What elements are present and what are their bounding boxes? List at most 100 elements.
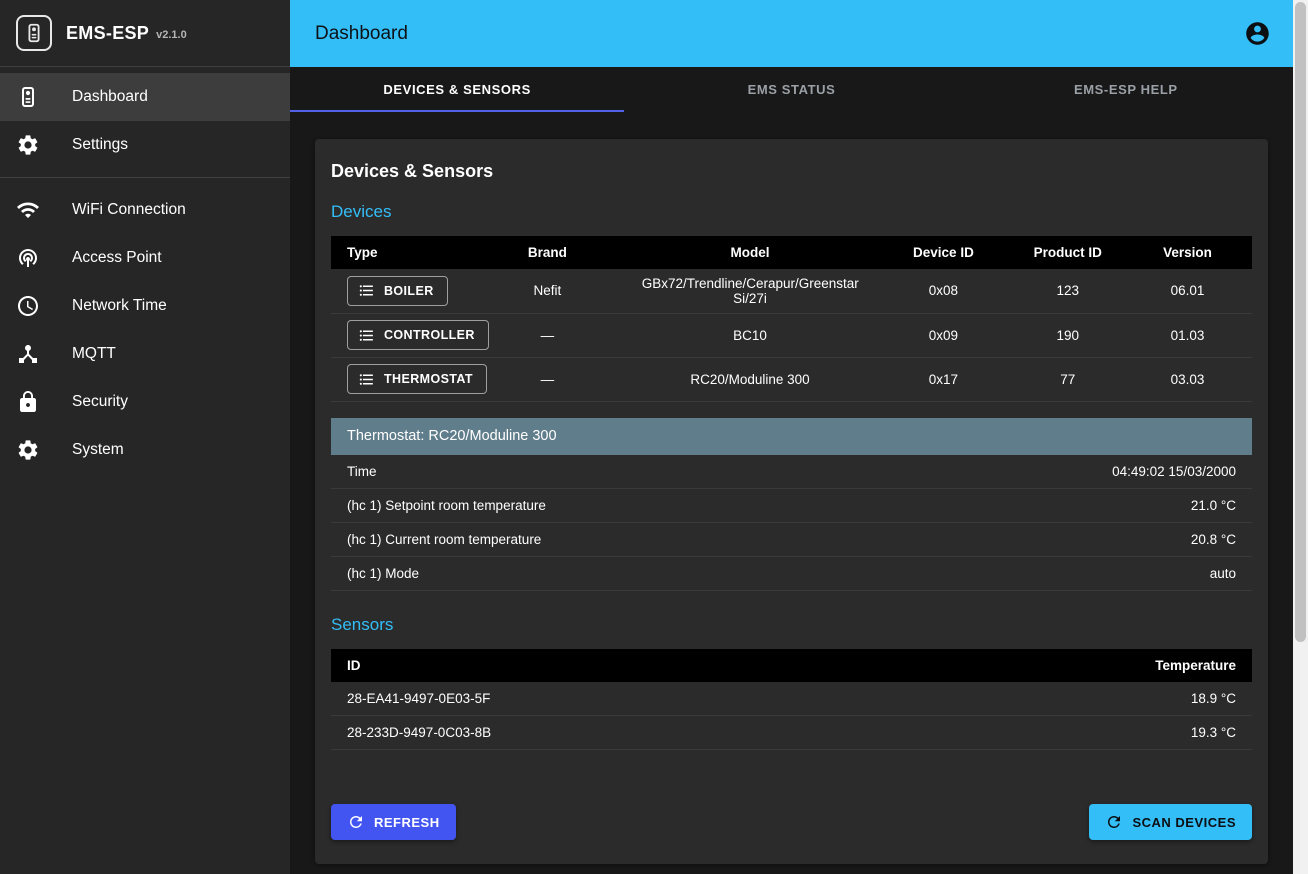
device-row-thermostat: THERMOSTAT — RC20/Moduline 300 0x17 77 0… bbox=[331, 357, 1252, 401]
scrollbar-thumb[interactable] bbox=[1295, 2, 1306, 642]
sidebar-item-dashboard[interactable]: Dashboard bbox=[0, 73, 290, 121]
sidebar-item-label: System bbox=[72, 441, 124, 459]
product-id: 190 bbox=[1013, 313, 1124, 357]
sidebar-item-settings[interactable]: Settings bbox=[0, 121, 290, 169]
scan-devices-button[interactable]: SCAN DEVICES bbox=[1089, 804, 1252, 840]
thermostat-row-label: Time bbox=[347, 464, 377, 479]
main-column: Dashboard DEVICES & SENSORS EMS STATUS E… bbox=[290, 0, 1293, 874]
ems-esp-app: EMS-ESP v2.1.0 Dashboard Settings bbox=[0, 0, 1308, 874]
sidebar-item-security[interactable]: Security bbox=[0, 378, 290, 426]
device-type-button-controller[interactable]: CONTROLLER bbox=[347, 320, 489, 350]
lock-icon bbox=[16, 390, 40, 414]
device-type-button-boiler[interactable]: BOILER bbox=[347, 276, 448, 306]
sidebar-item-label: MQTT bbox=[72, 345, 116, 363]
thermostat-row: (hc 1) Mode auto bbox=[331, 557, 1252, 591]
thermostat-panel-header: Thermostat: RC20/Moduline 300 bbox=[331, 418, 1252, 455]
refresh-icon bbox=[347, 813, 365, 831]
device-id: 0x08 bbox=[874, 269, 1012, 313]
sidebar-item-network-time[interactable]: Network Time bbox=[0, 282, 290, 330]
device-id: 0x09 bbox=[874, 313, 1012, 357]
tab-devices-sensors[interactable]: DEVICES & SENSORS bbox=[290, 67, 624, 112]
thermostat-row: (hc 1) Current room temperature 20.8 °C bbox=[331, 523, 1252, 557]
devices-table-header-row: Type Brand Model Device ID Product ID Ve… bbox=[331, 236, 1252, 269]
thermostat-values: Time 04:49:02 15/03/2000 (hc 1) Setpoint… bbox=[331, 455, 1252, 591]
device-id: 0x17 bbox=[874, 357, 1012, 401]
sidebar-item-label: Network Time bbox=[72, 297, 167, 315]
wifi-icon bbox=[16, 198, 40, 222]
column-header-product-id: Product ID bbox=[1013, 236, 1124, 269]
device-version: 01.03 bbox=[1123, 313, 1252, 357]
thermostat-row: Time 04:49:02 15/03/2000 bbox=[331, 455, 1252, 489]
column-header-type: Type bbox=[331, 236, 469, 269]
tab-label: EMS-ESP HELP bbox=[1074, 82, 1178, 97]
account-button[interactable] bbox=[1235, 12, 1279, 56]
column-header-temperature: Temperature bbox=[792, 649, 1253, 682]
device-model: RC20/Moduline 300 bbox=[626, 357, 875, 401]
tab-ems-status[interactable]: EMS STATUS bbox=[624, 67, 958, 112]
device-brand: — bbox=[469, 313, 626, 357]
thermostat-row-label: (hc 1) Setpoint room temperature bbox=[347, 498, 546, 513]
account-circle-icon bbox=[1244, 20, 1271, 47]
tab-bar: DEVICES & SENSORS EMS STATUS EMS-ESP HEL… bbox=[290, 67, 1293, 112]
device-icon bbox=[16, 85, 40, 109]
app-version: v2.1.0 bbox=[156, 29, 187, 41]
sidebar-item-system[interactable]: System bbox=[0, 426, 290, 474]
list-icon bbox=[358, 327, 375, 344]
sensors-table: ID Temperature 28-EA41-9497-0E03-5F 18.9… bbox=[331, 649, 1252, 751]
vertical-scrollbar[interactable] bbox=[1293, 0, 1308, 874]
sensor-row: 28-EA41-9497-0E03-5F 18.9 °C bbox=[331, 682, 1252, 716]
thermostat-row-value: 20.8 °C bbox=[1191, 532, 1236, 547]
gear-icon bbox=[16, 438, 40, 462]
sidebar-item-label: Dashboard bbox=[72, 88, 148, 106]
sidebar-item-label: Security bbox=[72, 393, 128, 411]
sensor-row: 28-233D-9497-0C03-8B 19.3 °C bbox=[331, 716, 1252, 750]
column-header-device-id: Device ID bbox=[874, 236, 1012, 269]
device-type-label: BOILER bbox=[384, 284, 434, 298]
tab-ems-esp-help[interactable]: EMS-ESP HELP bbox=[959, 67, 1293, 112]
ems-esp-logo-icon bbox=[16, 15, 52, 51]
device-model: GBx72/Trendline/Cerapur/Greenstar Si/27i bbox=[626, 269, 875, 313]
device-version: 06.01 bbox=[1123, 269, 1252, 313]
app-logo-row: EMS-ESP v2.1.0 bbox=[0, 0, 290, 67]
list-icon bbox=[358, 282, 375, 299]
column-header-model: Model bbox=[626, 236, 875, 269]
sidebar-item-label: WiFi Connection bbox=[72, 201, 186, 219]
app-bar: Dashboard bbox=[290, 0, 1293, 67]
thermostat-row: (hc 1) Setpoint room temperature 21.0 °C bbox=[331, 489, 1252, 523]
refresh-button[interactable]: REFRESH bbox=[331, 804, 456, 840]
product-id: 123 bbox=[1013, 269, 1124, 313]
thermostat-row-label: (hc 1) Mode bbox=[347, 566, 419, 581]
devices-table: Type Brand Model Device ID Product ID Ve… bbox=[331, 236, 1252, 402]
device-model: BC10 bbox=[626, 313, 875, 357]
sidebar-item-label: Access Point bbox=[72, 249, 162, 267]
device-hub-icon bbox=[16, 342, 40, 366]
refresh-button-label: REFRESH bbox=[374, 815, 440, 830]
sidebar-item-wifi-connection[interactable]: WiFi Connection bbox=[0, 186, 290, 234]
devices-heading: Devices bbox=[331, 202, 1252, 222]
sensors-table-header-row: ID Temperature bbox=[331, 649, 1252, 682]
device-brand: — bbox=[469, 357, 626, 401]
thermostat-row-label: (hc 1) Current room temperature bbox=[347, 532, 541, 547]
sidebar-item-mqtt[interactable]: MQTT bbox=[0, 330, 290, 378]
thermostat-row-value: 04:49:02 15/03/2000 bbox=[1112, 464, 1236, 479]
sensor-temperature: 18.9 °C bbox=[792, 682, 1253, 716]
device-brand: Nefit bbox=[469, 269, 626, 313]
devices-sensors-card: Devices & Sensors Devices Type Brand Mod… bbox=[315, 139, 1268, 864]
device-type-button-thermostat[interactable]: THERMOSTAT bbox=[347, 364, 487, 394]
sensors-heading: Sensors bbox=[331, 615, 1252, 635]
device-type-label: THERMOSTAT bbox=[384, 372, 473, 386]
column-header-brand: Brand bbox=[469, 236, 626, 269]
sensor-id: 28-233D-9497-0C03-8B bbox=[331, 716, 792, 750]
sidebar-item-access-point[interactable]: Access Point bbox=[0, 234, 290, 282]
tab-label: DEVICES & SENSORS bbox=[383, 82, 530, 97]
column-header-version: Version bbox=[1123, 236, 1252, 269]
refresh-icon bbox=[1105, 813, 1123, 831]
app-name: EMS-ESP bbox=[66, 23, 149, 44]
sensor-temperature: 19.3 °C bbox=[792, 716, 1253, 750]
sensor-id: 28-EA41-9497-0E03-5F bbox=[331, 682, 792, 716]
device-row-controller: CONTROLLER — BC10 0x09 190 01.03 bbox=[331, 313, 1252, 357]
device-row-boiler: BOILER Nefit GBx72/Trendline/Cerapur/Gre… bbox=[331, 269, 1252, 313]
device-type-label: CONTROLLER bbox=[384, 328, 475, 342]
page-title: Dashboard bbox=[315, 23, 408, 45]
thermostat-row-value: auto bbox=[1210, 566, 1236, 581]
